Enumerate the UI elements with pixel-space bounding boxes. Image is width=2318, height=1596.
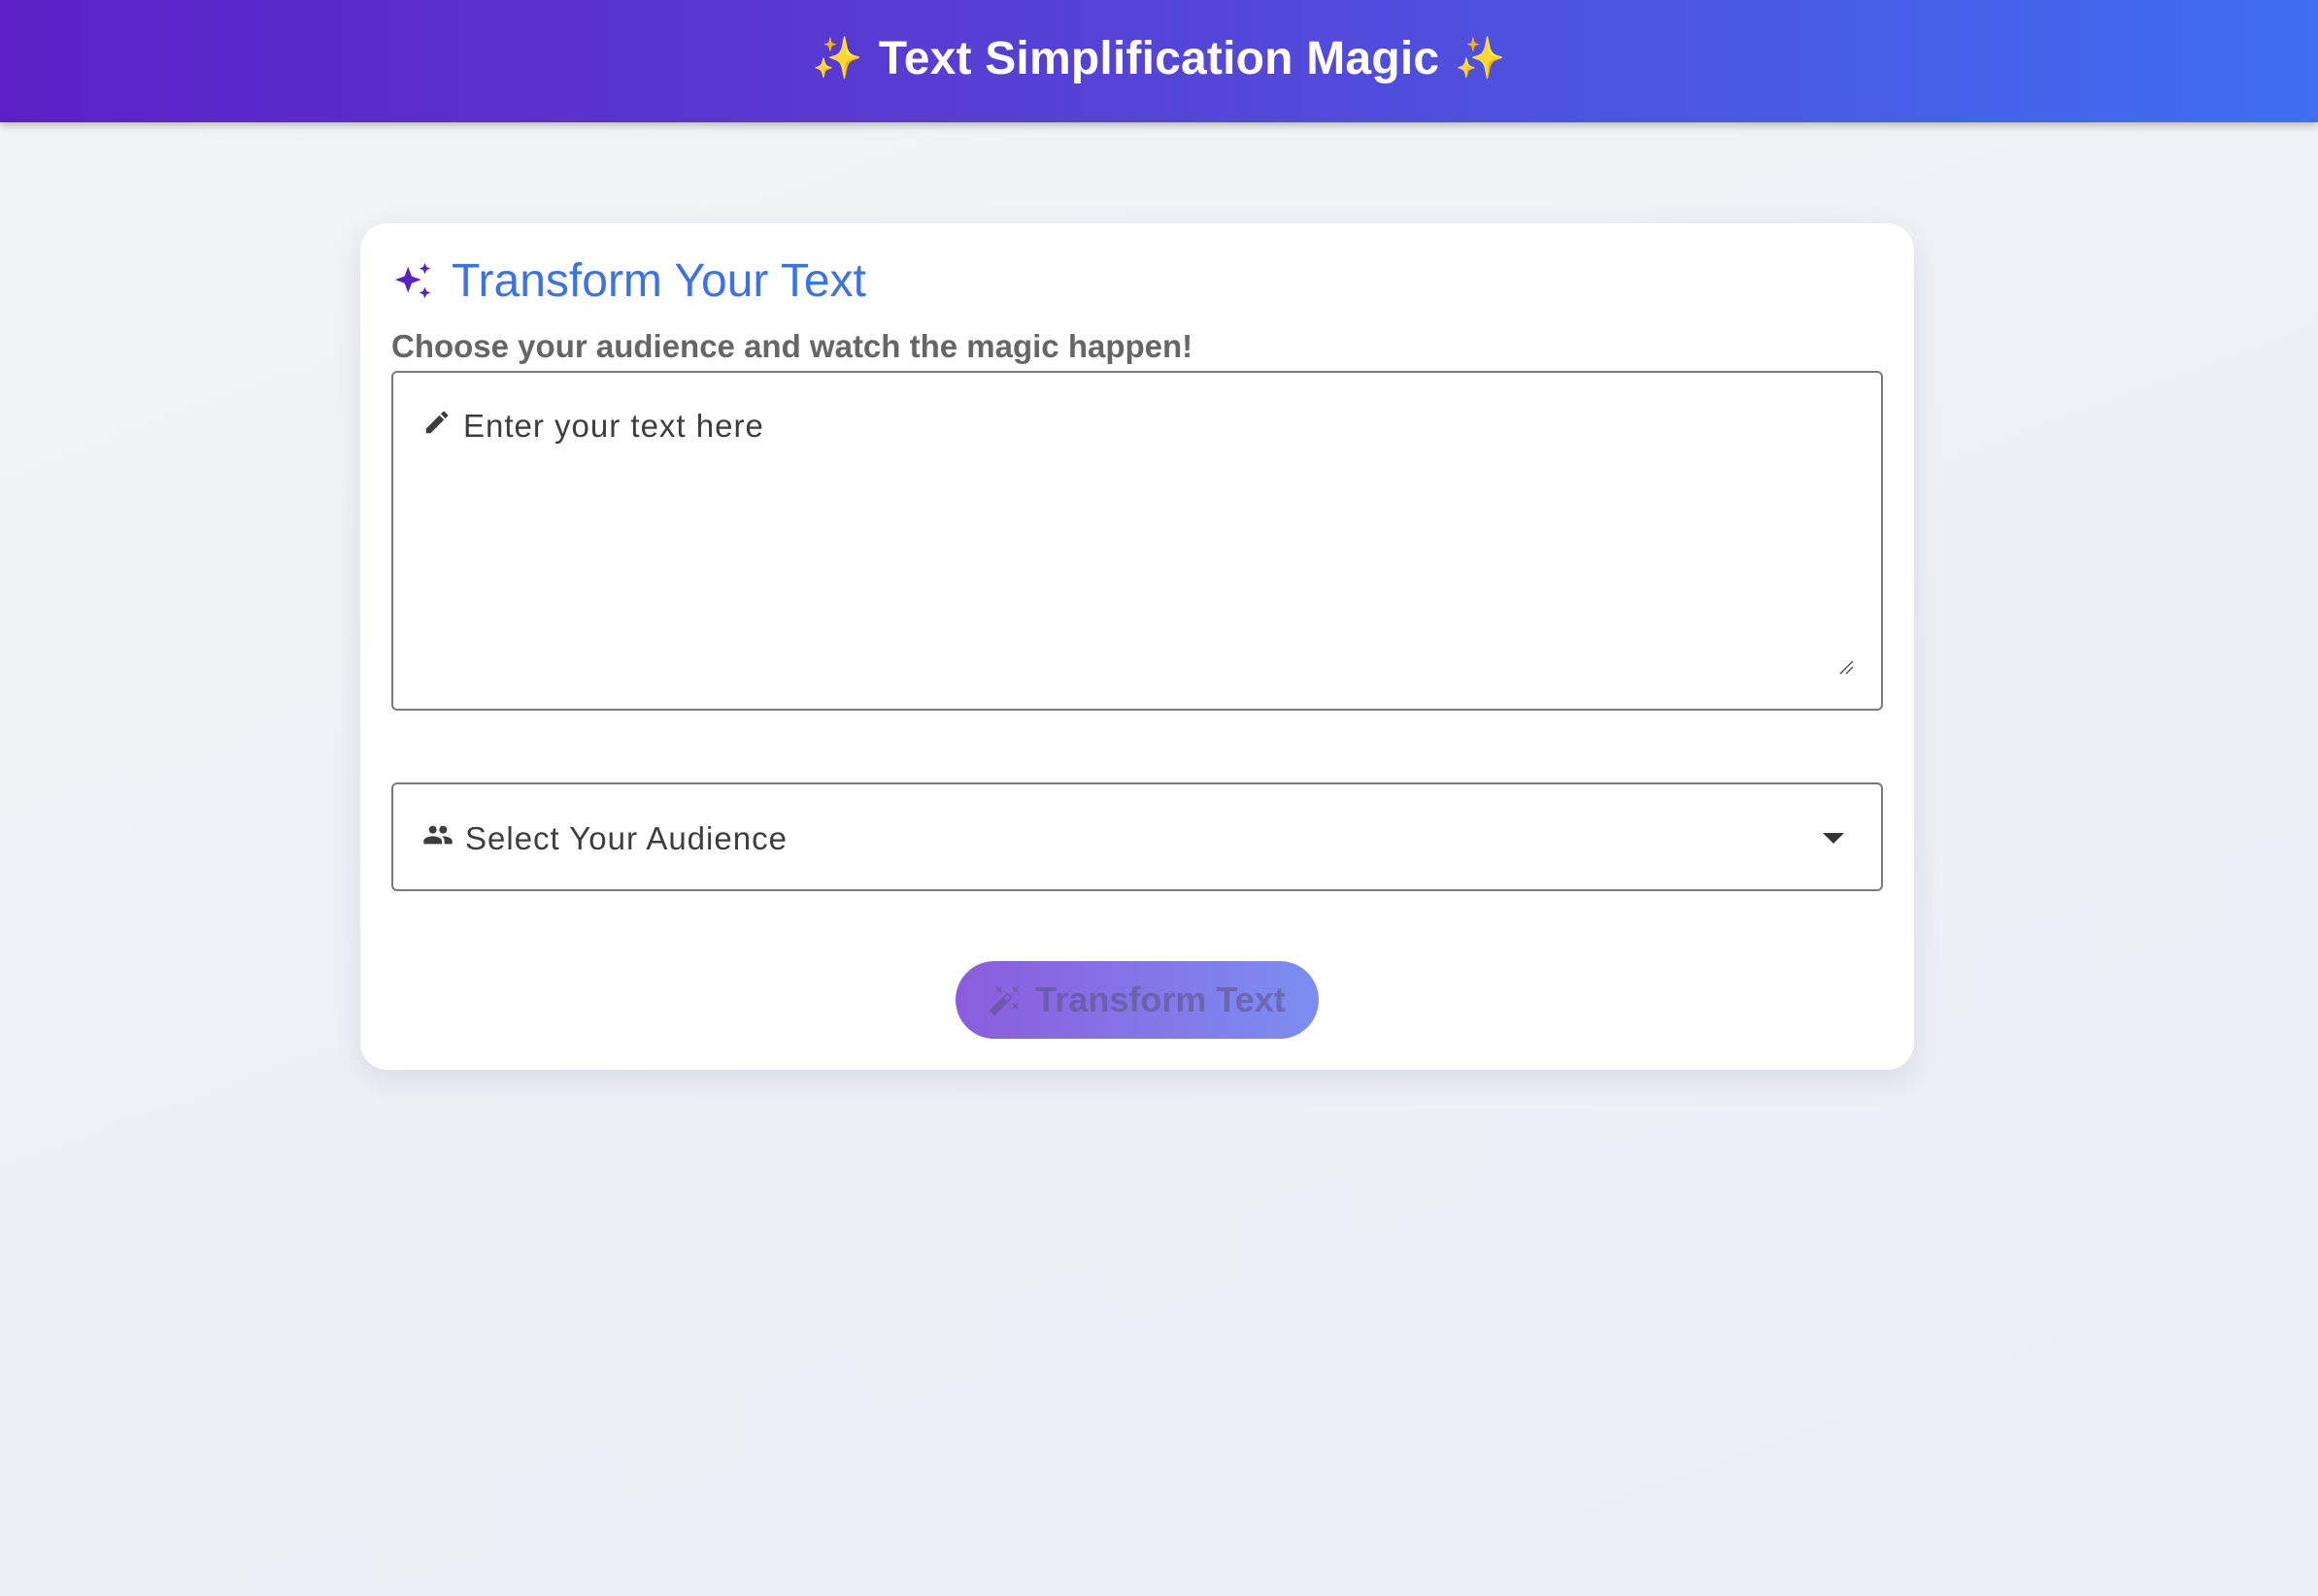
transform-text-button-label: Transform Text: [1035, 980, 1286, 1019]
text-input-label: Enter your text here: [422, 408, 764, 445]
resize-handle-icon[interactable]: [1838, 659, 1854, 680]
card-heading: Transform Your Text: [391, 254, 866, 308]
auto-awesome-icon: [391, 259, 436, 304]
text-input[interactable]: Enter your text here: [391, 371, 1883, 711]
app-title: Text Simplification Magic: [878, 32, 1440, 84]
app-bar: ✨ Text Simplification Magic ✨: [0, 0, 2318, 122]
transform-text-button[interactable]: Transform Text: [956, 961, 1319, 1039]
card-subtitle: Choose your audience and watch the magic…: [391, 328, 1193, 364]
audience-select-label-text: Select Your Audience: [465, 820, 788, 856]
transform-card: Transform Your Text Choose your audience…: [360, 223, 1914, 1070]
text-input-label-text: Enter your text here: [463, 408, 764, 444]
card-title: Transform Your Text: [452, 255, 866, 307]
sparkle-left-icon: ✨: [812, 35, 863, 81]
chevron-down-icon[interactable]: [1823, 833, 1844, 844]
magic-wand-icon: [989, 983, 1022, 1016]
pencil-icon: [422, 408, 452, 445]
audience-select-label: Select Your Audience: [422, 819, 788, 858]
sparkle-right-icon: ✨: [1455, 35, 1506, 81]
app-title-row: ✨ Text Simplification Magic ✨: [812, 32, 1506, 85]
people-icon: [422, 819, 454, 858]
audience-select[interactable]: Select Your Audience: [391, 782, 1883, 891]
